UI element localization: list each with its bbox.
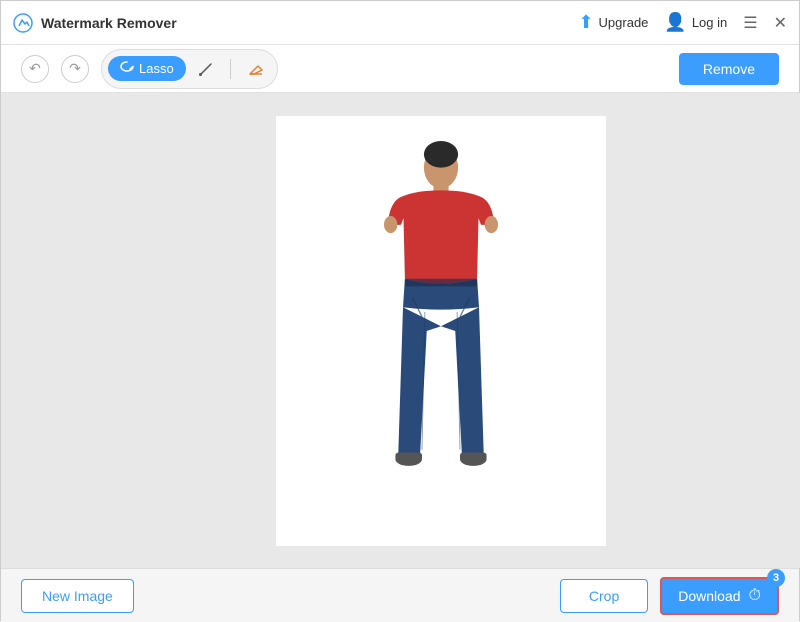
remove-button[interactable]: Remove (679, 53, 779, 85)
redo-button[interactable]: ↷ (61, 55, 89, 83)
upgrade-icon: ⬆ (578, 12, 593, 33)
eraser-icon (246, 60, 264, 78)
eraser-tool-button[interactable] (239, 53, 271, 85)
lasso-tool-button[interactable]: Lasso (108, 56, 186, 81)
download-label: Download (678, 588, 740, 604)
image-container (276, 116, 606, 546)
undo-icon: ↶ (29, 60, 41, 77)
toolbar: ↶ ↷ Lasso (1, 45, 799, 93)
clock-icon: ⏱ (749, 587, 761, 605)
download-badge: 3 (767, 569, 785, 587)
upgrade-button[interactable]: ⬆ Upgrade (578, 12, 648, 33)
person-image (361, 141, 521, 521)
lasso-icon (120, 60, 134, 77)
download-wrapper: 3 Download ⏱ (660, 577, 779, 615)
title-left: Watermark Remover (13, 13, 177, 33)
new-image-button[interactable]: New Image (21, 579, 134, 613)
title-bar: Watermark Remover ⬆ Upgrade 👤 Log in ☰ ✕ (1, 1, 799, 45)
bottom-bar: New Image Crop 3 Download ⏱ (1, 568, 799, 622)
brush-icon (197, 60, 215, 78)
tool-group: Lasso (101, 49, 278, 89)
login-button[interactable]: 👤 Log in (664, 12, 727, 33)
title-right: ⬆ Upgrade 👤 Log in ☰ ✕ (578, 12, 787, 33)
brush-tool-button[interactable] (190, 53, 222, 85)
app-icon (13, 13, 33, 33)
tool-divider (230, 59, 231, 79)
app-title: Watermark Remover (41, 15, 177, 31)
bottom-right: Crop 3 Download ⏱ (560, 577, 779, 615)
lasso-label: Lasso (139, 61, 174, 76)
undo-button[interactable]: ↶ (21, 55, 49, 83)
close-button[interactable]: ✕ (774, 13, 787, 33)
download-button[interactable]: Download ⏱ (660, 577, 779, 615)
redo-icon: ↷ (69, 60, 81, 77)
login-label: Log in (692, 15, 727, 30)
upgrade-label: Upgrade (599, 15, 649, 30)
login-icon: 👤 (664, 12, 686, 33)
menu-button[interactable]: ☰ (743, 13, 757, 33)
crop-button[interactable]: Crop (560, 579, 648, 613)
canvas-area (1, 93, 800, 568)
toolbar-left: ↶ ↷ Lasso (21, 49, 278, 89)
